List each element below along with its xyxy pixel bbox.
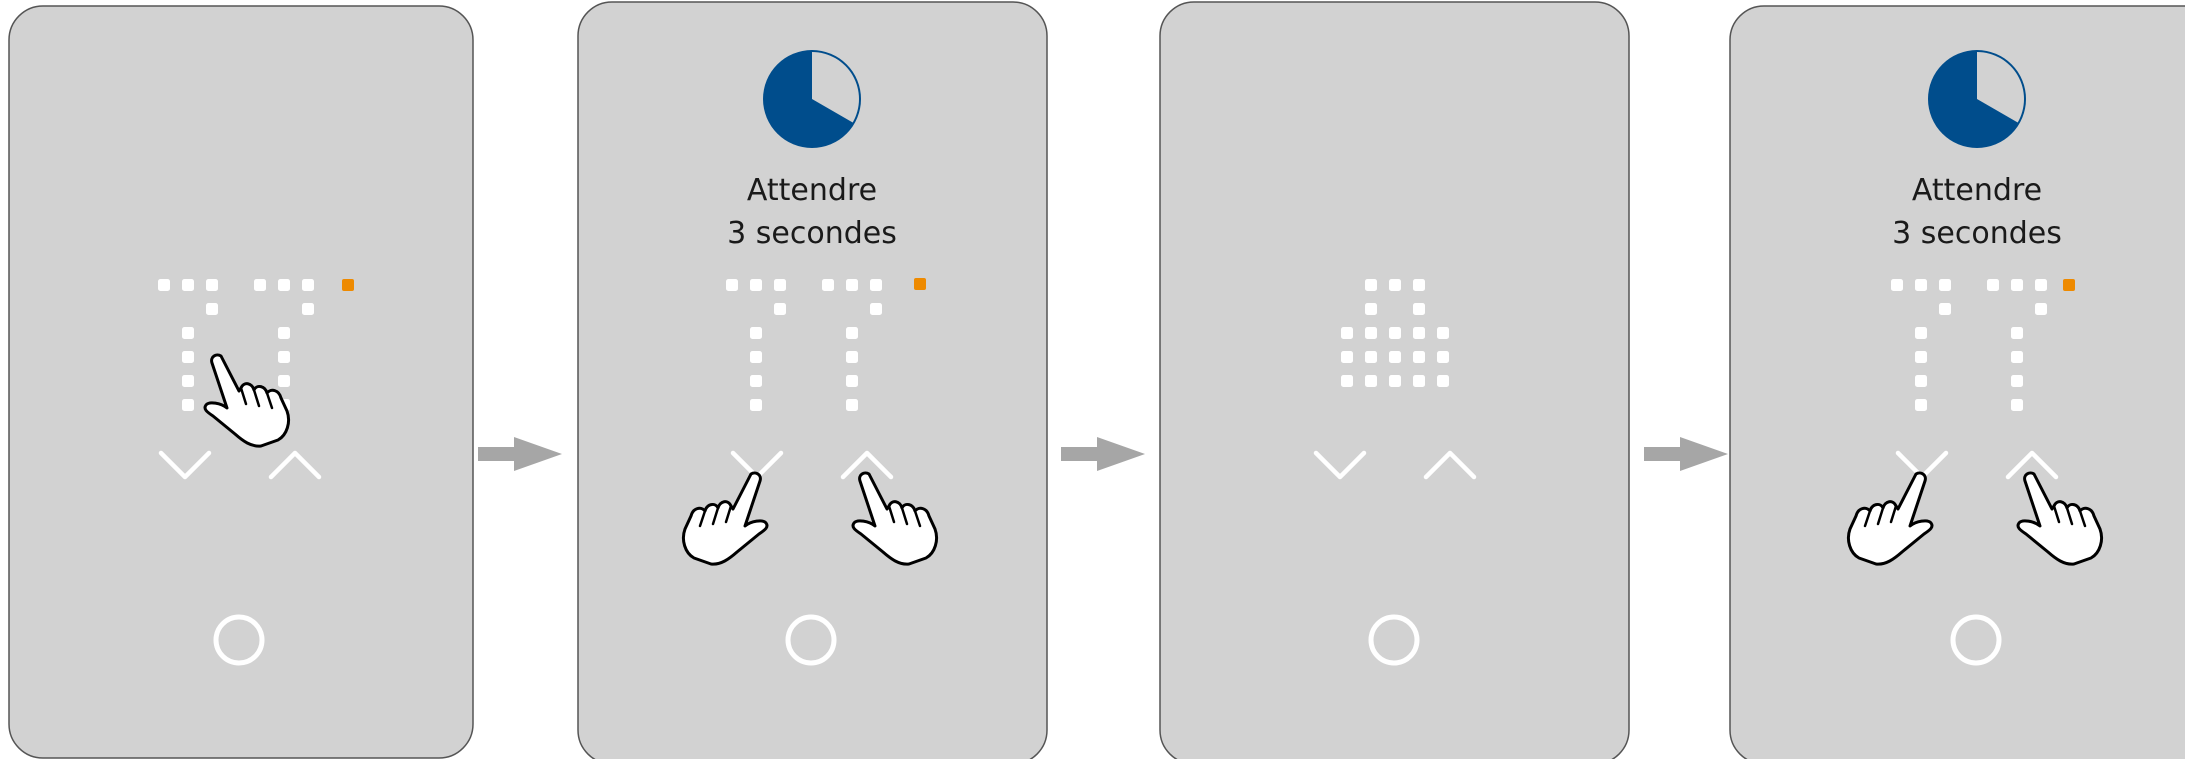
display-dot (774, 279, 786, 291)
display-dot (1437, 327, 1449, 339)
display-dot (1915, 375, 1927, 387)
display-dot (1915, 327, 1927, 339)
display-dot (750, 399, 762, 411)
display-dot (750, 351, 762, 363)
display-dot (870, 279, 882, 291)
display-dot (726, 279, 738, 291)
display-dot (2011, 351, 2023, 363)
display-dot (254, 279, 266, 291)
display-dot (1365, 327, 1377, 339)
display-dot (182, 375, 194, 387)
unit-indicator-dot (2063, 279, 2075, 291)
display-dot (278, 327, 290, 339)
timer-caption-line1: Attendre (1912, 173, 2042, 208)
timer-caption-line1: Attendre (747, 173, 877, 208)
display-dot (182, 279, 194, 291)
timer-caption-line2: 3 secondes (727, 216, 897, 251)
display-dot (1413, 327, 1425, 339)
display-dot (870, 303, 882, 315)
display-dot (846, 375, 858, 387)
display-dot (278, 351, 290, 363)
display-dot (1915, 351, 1927, 363)
display-dot (822, 279, 834, 291)
panel-step-4: Attendre 3 secondes (1729, 5, 2185, 759)
display-dot (1365, 303, 1377, 315)
display-dot (1341, 351, 1353, 363)
display-dot (750, 279, 762, 291)
display-dot (1437, 351, 1449, 363)
display-dot (1437, 375, 1449, 387)
display-dot (206, 303, 218, 315)
panel-step-1 (8, 5, 474, 759)
display-dot (1389, 351, 1401, 363)
display-dot (302, 279, 314, 291)
display-dot (2011, 279, 2023, 291)
unit-indicator-dot (914, 278, 926, 290)
display-dot (1413, 351, 1425, 363)
instruction-diagram: Attendre 3 secondes Attendre 3 secondes (8, 1, 2185, 759)
display-dot (1915, 399, 1927, 411)
display-dot (1939, 303, 1951, 315)
display-dot (1365, 279, 1377, 291)
display-dot (1987, 279, 1999, 291)
display-dot (2035, 303, 2047, 315)
next-step-arrow-icon (1061, 437, 1145, 471)
display-dot (1341, 375, 1353, 387)
display-dot (2011, 327, 2023, 339)
display-dot (1365, 351, 1377, 363)
display-dot (2011, 375, 2023, 387)
display-dot (278, 279, 290, 291)
display-dot (846, 351, 858, 363)
display-dot (1915, 279, 1927, 291)
panels-layer: Attendre 3 secondes Attendre 3 secondes (8, 1, 2185, 759)
display-dot (302, 303, 314, 315)
display-dot (182, 327, 194, 339)
display-dot (1389, 327, 1401, 339)
display-dot (846, 399, 858, 411)
next-step-arrow-icon (478, 437, 562, 471)
display-dot (182, 351, 194, 363)
display-dot (1939, 279, 1951, 291)
display-dot (2011, 399, 2023, 411)
display-dot (1365, 375, 1377, 387)
display-dot (750, 375, 762, 387)
display-dot (774, 303, 786, 315)
next-step-arrow-icon (1644, 437, 1728, 471)
display-dot (278, 375, 290, 387)
display-dot (182, 399, 194, 411)
panel-step-2: Attendre 3 secondes (577, 1, 1048, 759)
display-dot (1891, 279, 1903, 291)
timer-caption-line2: 3 secondes (1892, 216, 2062, 251)
display-dot (1413, 375, 1425, 387)
panel-step-3 (1159, 1, 1630, 759)
display-dot (158, 279, 170, 291)
display-dot (750, 327, 762, 339)
display-dot (1341, 327, 1353, 339)
display-dot (2035, 279, 2047, 291)
display-dot (206, 279, 218, 291)
display-dot (1389, 279, 1401, 291)
display-dot (1413, 279, 1425, 291)
display-dot (1389, 375, 1401, 387)
unit-indicator-dot (342, 279, 354, 291)
display-dot (1413, 303, 1425, 315)
thermostat-panel (8, 5, 474, 759)
display-dot (846, 327, 858, 339)
display-dot (846, 279, 858, 291)
